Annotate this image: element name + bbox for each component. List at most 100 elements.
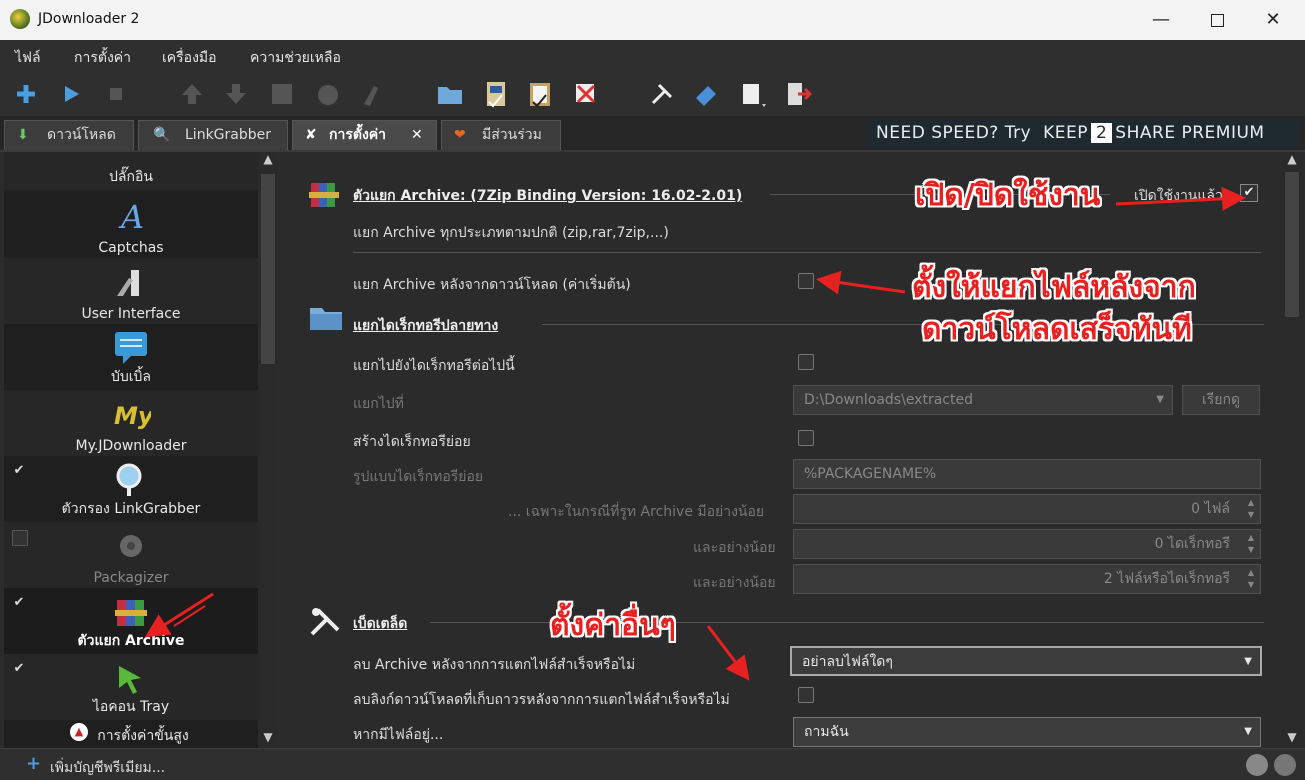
move-down-icon[interactable]	[220, 78, 252, 110]
status-globe-icon[interactable]	[1246, 754, 1268, 776]
auto-reconnect-icon[interactable]	[570, 78, 602, 110]
archive-books-icon	[115, 600, 147, 626]
delete-links-label: ลบลิงก์ดาวน์โหลดที่เก็บถาวรหลังจากการแตก…	[353, 692, 730, 708]
section-title-misc: เบ็ดเตล็ด	[353, 616, 408, 632]
gear-icon	[120, 535, 142, 557]
clean-up-icon[interactable]	[356, 78, 388, 110]
sidebar-item-archive-extractor[interactable]: ✔ ตัวแยก Archive	[4, 588, 258, 654]
plugin-icon	[111, 152, 151, 166]
stop-downloads-icon[interactable]	[100, 78, 132, 110]
enabled-checkbox[interactable]: ✔	[1240, 184, 1258, 202]
sidebar-item-packagizer[interactable]: Packagizer	[4, 522, 258, 588]
create-subdir-label: สร้างไดเร็กทอรีย่อย	[353, 434, 471, 450]
sidebar-item-linkgrabber-filter[interactable]: ✔ ตัวกรอง LinkGrabber	[4, 456, 258, 522]
sidebar-scrollbar[interactable]: ▲ ▼	[258, 152, 278, 748]
disabled-check-icon[interactable]	[12, 530, 28, 546]
folder-icon[interactable]	[434, 78, 466, 110]
plugin-icon[interactable]	[690, 78, 722, 110]
close-button[interactable]: ✕	[1245, 0, 1301, 40]
chevron-down-icon: ▼	[1156, 394, 1164, 405]
scroll-up-icon[interactable]: ▲	[258, 152, 278, 170]
exit-icon[interactable]	[782, 78, 814, 110]
extractor-description: แยก Archive ทุกประเภทตามปกติ (zip,rar,7z…	[353, 225, 669, 241]
create-subdir-checkbox[interactable]	[798, 430, 814, 446]
move-up-icon[interactable]	[176, 78, 208, 110]
min-dirs-spinner[interactable]: 0 ไดเร็กทอรี ▲ ▼	[793, 529, 1261, 559]
svg-text:A: A	[118, 198, 144, 234]
min-both-label: และอย่างน้อย	[693, 575, 776, 591]
scroll-down-icon[interactable]: ▼	[1281, 730, 1303, 748]
update-icon[interactable]	[312, 78, 344, 110]
if-file-exists-value: ถามฉัน	[804, 724, 849, 740]
add-premium-account-link[interactable]: เพิ่มบัญชีพรีเมียม...	[50, 757, 165, 779]
spinner-arrows-icon: ▲ ▼	[1247, 568, 1254, 589]
delete-archive-dropdown[interactable]: อย่าลบไฟล์ใดๆ ▼	[790, 646, 1262, 676]
premium-banner[interactable]: NEED SPEED? Try KEEP 2 SHARE PREMIUM	[868, 118, 1298, 148]
menu-bar: ไฟล์ การตั้งค่า เครื่องมือ ความช่วยเหลือ	[0, 40, 1305, 72]
tab-settings[interactable]: ✘ การตั้งค่า ✕	[292, 120, 437, 150]
settings-panel: ตัวแยก Archive: (7Zip Binding Version: 1…	[280, 152, 1281, 748]
sidebar-item-plugins[interactable]: ปลั๊กอิน	[4, 152, 258, 190]
settings-scrollbar[interactable]: ▲ ▼	[1281, 152, 1303, 748]
browse-button[interactable]: เรียกดู	[1182, 385, 1260, 415]
sidebar-item-tray-icon[interactable]: ✔ ไอคอน Tray	[4, 654, 258, 720]
chevron-down-icon: ▼	[1244, 726, 1252, 737]
banner-suffix: PREMIUM	[1181, 123, 1265, 143]
sidebar-item-label: บับเบิ้ล	[110, 369, 152, 385]
scroll-thumb[interactable]	[261, 174, 275, 364]
sidebar-item-myjdownloader[interactable]: My My.JDownloader	[4, 390, 258, 456]
sidebar-item-label: ปลั๊กอิน	[109, 169, 153, 185]
annotation-toggle: เปิด/ปิดใช้งาน	[915, 178, 1101, 213]
clipboard-toggle-icon[interactable]	[524, 78, 556, 110]
extract-to-label: แยกไปที่	[353, 396, 404, 412]
enabled-check-icon[interactable]: ✔	[12, 662, 26, 676]
minimize-button[interactable]: —	[1133, 0, 1189, 40]
scroll-thumb[interactable]	[1285, 172, 1299, 317]
tab-close-icon[interactable]: ✕	[411, 121, 423, 149]
download-arrow-icon: ⬇	[17, 127, 29, 143]
menu-help[interactable]: ความช่วยเหลือ	[250, 47, 341, 69]
sidebar-item-label: Captchas	[98, 240, 164, 256]
sidebar-item-bubbles[interactable]: บับเบิ้ล	[4, 324, 258, 390]
tab-linkgrabber[interactable]: 🔍 LinkGrabber	[138, 120, 288, 150]
enabled-check-icon[interactable]: ✔	[12, 596, 26, 610]
sidebar-item-label: My.JDownloader	[75, 438, 187, 454]
min-files-spinner[interactable]: 0 ไฟล์ ▲ ▼	[793, 494, 1261, 524]
tools-icon: ✘	[305, 127, 317, 143]
maximize-button[interactable]	[1189, 0, 1245, 40]
extract-to-dir-checkbox[interactable]	[798, 354, 814, 370]
sidebar-item-advanced-settings[interactable]: ▲ การตั้งค่าขั้นสูง	[4, 720, 258, 748]
tab-downloads[interactable]: ⬇ ดาวน์โหลด	[4, 120, 134, 150]
start-downloads-icon[interactable]	[55, 78, 87, 110]
section-title-destination: แยกไดเร็กทอรีปลายทาง	[353, 318, 499, 334]
delete-archive-label: ลบ Archive หลังจากการแตกไฟล์สำเร็จหรือไม…	[353, 657, 636, 673]
tab-contribute[interactable]: ❤ มีส่วนร่วม	[441, 120, 561, 150]
if-file-exists-dropdown[interactable]: ถามฉัน ▼	[793, 717, 1261, 747]
sidebar-item-user-interface[interactable]: User Interface	[4, 258, 258, 324]
folder-icon	[310, 308, 342, 330]
document-menu-icon[interactable]	[736, 78, 768, 110]
menu-settings[interactable]: การตั้งค่า	[74, 47, 131, 69]
scroll-down-icon[interactable]: ▼	[258, 730, 278, 748]
heart-icon: ❤	[454, 127, 466, 143]
menu-file[interactable]: ไฟล์	[15, 47, 41, 69]
extract-after-download-checkbox[interactable]	[798, 273, 814, 289]
sidebar-item-label: User Interface	[81, 306, 181, 322]
status-network-icon[interactable]	[1274, 754, 1296, 776]
tools-icon	[310, 608, 340, 636]
scroll-up-icon[interactable]: ▲	[1281, 152, 1303, 170]
enabled-check-icon[interactable]: ✔	[12, 464, 26, 478]
svg-text:My: My	[114, 402, 151, 430]
reconnect-icon[interactable]	[266, 78, 298, 110]
settings-tools-icon[interactable]	[646, 78, 678, 110]
extract-path-dropdown[interactable]: D:\Downloads\extracted ▼	[793, 385, 1173, 415]
min-both-spinner[interactable]: 2 ไฟล์หรือไดเร็กทอรี ▲ ▼	[793, 564, 1261, 594]
add-links-icon[interactable]	[10, 78, 42, 110]
premium-toggle-icon[interactable]	[480, 78, 512, 110]
menu-tools[interactable]: เครื่องมือ	[162, 47, 217, 69]
delete-links-checkbox[interactable]	[798, 687, 814, 703]
subdir-pattern-input[interactable]: %PACKAGENAME%	[793, 459, 1261, 489]
add-account-icon[interactable]: +	[26, 753, 41, 774]
sidebar-item-captchas[interactable]: A Captchas	[4, 192, 258, 258]
tab-settings-label: การตั้งค่า	[329, 127, 387, 143]
